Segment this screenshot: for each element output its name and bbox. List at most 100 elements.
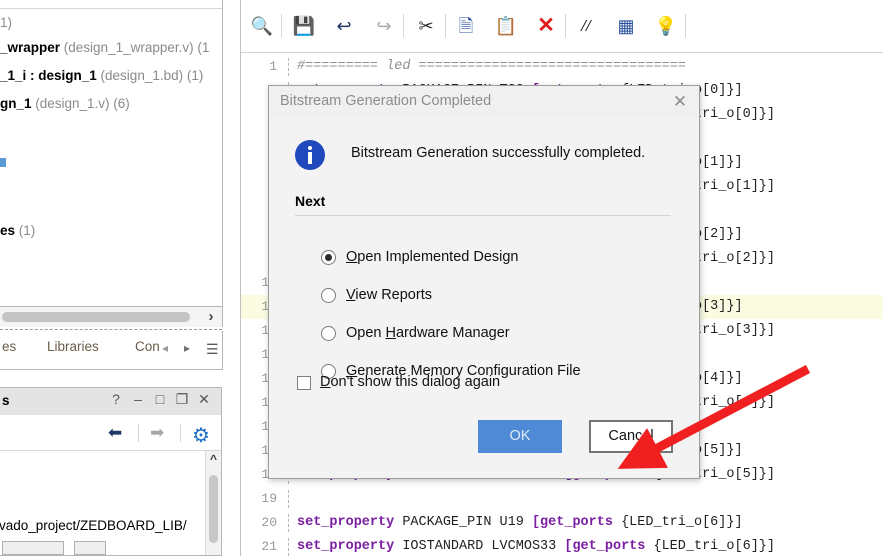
panel-top-edge: [0, 0, 222, 9]
triangle-left-icon[interactable]: ◂: [162, 341, 168, 355]
radio-label: Open Hardware Manager: [346, 325, 510, 341]
cut-icon[interactable]: ✂: [413, 13, 439, 39]
tree-item[interactable]: _wrapper (design_1_wrapper.v) (1: [0, 35, 209, 60]
redo-icon[interactable]: ↪: [371, 13, 397, 39]
tree-selection-marker: [0, 158, 6, 167]
lightbulb-icon[interactable]: 💡: [653, 13, 679, 39]
sources-hierarchy-panel: 1) _wrapper (design_1_wrapper.v) (1 _1_i :…: [0, 0, 223, 307]
tree-item-text: es: [0, 223, 16, 238]
code-text: #========= led =========================…: [297, 59, 686, 74]
delete-icon[interactable]: ✕: [533, 13, 559, 39]
toolbar-divider: [403, 14, 404, 38]
line-number: 20: [261, 515, 277, 530]
radio-label: Open Implemented Design: [346, 249, 519, 265]
code-text: set_property IOSTANDARD LVCMOS33 [get_po…: [297, 539, 775, 554]
checkbox-label: Don't show this dialog again: [320, 374, 501, 390]
code-line[interactable]: 19: [241, 487, 883, 511]
table-icon[interactable]: ▦: [613, 13, 639, 39]
tree-item[interactable]: _1_i : design_1 (design_1.bd) (1): [0, 63, 203, 88]
code-line[interactable]: 20 set_property PACKAGE_PIN U19 [get_port…: [241, 511, 883, 535]
window-buttons[interactable]: ? – □ ❐ ✕: [105, 391, 215, 408]
toolbar-divider: [565, 14, 566, 38]
indent-guide: [288, 538, 289, 556]
back-arrow-icon[interactable]: ⬅: [108, 423, 122, 443]
tree-item-text: _1_i : design_1: [0, 68, 97, 83]
tab-es[interactable]: es: [2, 339, 16, 354]
tree-item[interactable]: 1): [0, 10, 12, 35]
tab-libraries[interactable]: Libraries: [47, 339, 99, 354]
panel-toolbar[interactable]: ⬅ ➡ ⚙: [0, 416, 221, 451]
indent-guide: [288, 514, 289, 532]
horizontal-scrollbar[interactable]: ›: [0, 307, 223, 327]
tree-item-text: (design_1.bd) (1): [96, 68, 204, 83]
help-icon[interactable]: ?: [105, 391, 127, 407]
next-section-label: Next: [295, 193, 326, 209]
close-icon[interactable]: ✕: [669, 92, 691, 112]
paste-icon[interactable]: 📋: [493, 13, 519, 39]
settings-gear-icon[interactable]: ⚙: [192, 423, 210, 448]
tree-item-text: (1): [15, 223, 36, 238]
checkbox-box[interactable]: [297, 376, 311, 390]
float-icon[interactable]: ❐: [171, 391, 193, 408]
dialog-message-row: Bitstream Generation successfully comple…: [295, 140, 679, 174]
tree-item-text: (design_1.v) (6): [31, 96, 130, 111]
dialog-title-bar: Bitstream Generation Completed ✕: [269, 86, 699, 119]
panel-title-bar: s ? – □ ❐ ✕: [0, 388, 221, 415]
radio-label: View Reports: [346, 287, 432, 303]
indent-guide: [288, 58, 289, 76]
tcl-console-panel: s ? – □ ❐ ✕ ⬅ ➡ ⚙ ivado_project/ZEDBOARD_LIB/ …: [0, 387, 222, 556]
panel-button-right[interactable]: [74, 541, 106, 555]
sources-tabbar[interactable]: ◂ ▸ ☰ es Libraries Con: [0, 331, 223, 370]
tree-item[interactable]: es (1): [0, 218, 35, 243]
undo-icon[interactable]: ↩: [331, 13, 357, 39]
radio-circle[interactable]: [321, 250, 336, 265]
scrollbar-thumb[interactable]: [209, 475, 218, 543]
toolbar-divider: [685, 14, 686, 38]
dialog-body: Bitstream Generation successfully comple…: [269, 118, 699, 478]
search-icon[interactable]: 🔍: [249, 13, 275, 39]
toolbar-divider: [281, 14, 282, 38]
line-number: 1: [269, 59, 277, 74]
forward-arrow-icon[interactable]: ➡: [150, 423, 164, 443]
cancel-button[interactable]: Cancel: [589, 420, 673, 453]
maximize-icon[interactable]: □: [149, 391, 171, 407]
tree-item-text: (design_1_wrapper.v) (1: [60, 40, 210, 55]
triangle-right-icon[interactable]: ▸: [184, 341, 190, 355]
code-line[interactable]: 1 #========= led ========================…: [241, 55, 883, 79]
tab-con[interactable]: Con: [135, 339, 160, 354]
scrollbar-thumb[interactable]: [2, 312, 190, 322]
copy-icon[interactable]: 🗎: [453, 13, 479, 39]
comment-icon[interactable]: //: [573, 13, 599, 39]
info-icon: [295, 140, 325, 170]
indent-guide: [288, 490, 289, 508]
panel-button-left[interactable]: [2, 541, 64, 555]
left-column: 1) _wrapper (design_1_wrapper.v) (1 _1_i :…: [0, 0, 240, 556]
minimize-icon[interactable]: –: [127, 391, 149, 407]
chevron-up-icon[interactable]: ^: [206, 452, 221, 466]
toolbar-divider: [445, 14, 446, 38]
code-text: set_property PACKAGE_PIN U19 [get_ports …: [297, 515, 743, 530]
code-line[interactable]: 21 set_property IOSTANDARD LVCMOS33 [get_…: [241, 535, 883, 556]
section-divider: [295, 215, 671, 216]
radio-circle[interactable]: [321, 326, 336, 341]
hamburger-icon[interactable]: ☰: [206, 341, 219, 358]
panel-body: ivado_project/ZEDBOARD_LIB/: [0, 451, 221, 555]
tree-item-text: _wrapper: [0, 40, 61, 55]
editor-toolbar[interactable]: 🔍 💾 ↩ ↪ ✂ 🗎 📋 ✕ // ▦ 💡: [241, 0, 883, 53]
dialog-message: Bitstream Generation successfully comple…: [351, 145, 646, 161]
chevron-right-icon[interactable]: ›: [203, 308, 219, 326]
tree-item-text: 1): [0, 15, 13, 30]
app-window: 1) _wrapper (design_1_wrapper.v) (1 _1_i :…: [0, 0, 883, 556]
close-icon[interactable]: ✕: [193, 391, 215, 408]
tree-item[interactable]: gn_1 (design_1.v) (6): [0, 91, 130, 116]
dialog-title: Bitstream Generation Completed: [280, 93, 492, 109]
panel-title: s: [2, 393, 10, 408]
toolbar-divider: [138, 424, 139, 442]
radio-circle[interactable]: [321, 288, 336, 303]
bitstream-completed-dialog: Bitstream Generation Completed ✕ Bitstre…: [268, 85, 700, 479]
line-number: 19: [261, 491, 277, 506]
ok-button[interactable]: OK: [478, 420, 562, 453]
vertical-scrollbar[interactable]: ^: [205, 451, 221, 555]
save-icon[interactable]: 💾: [291, 13, 317, 39]
line-number: 21: [261, 539, 277, 554]
